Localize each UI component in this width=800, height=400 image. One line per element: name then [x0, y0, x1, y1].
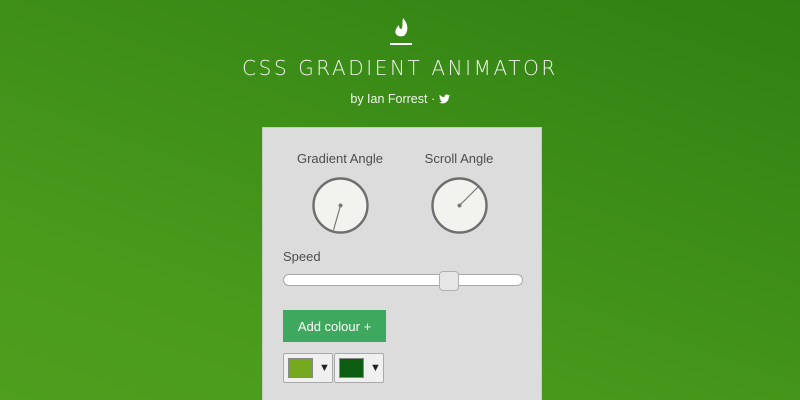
add-colour-button[interactable]: Add colour +: [283, 310, 386, 342]
gradient-angle-dial[interactable]: [312, 177, 369, 234]
speed-slider-handle[interactable]: [439, 271, 459, 291]
scroll-angle-label: Scroll Angle: [424, 151, 494, 166]
controls-panel: Gradient Angle Scroll Angle Speed Add co…: [262, 127, 542, 400]
speed-label: Speed: [283, 249, 321, 264]
flame-icon: [390, 18, 412, 45]
byline: by Ian Forrest ·: [0, 92, 800, 106]
dropdown-arrow-icon: ▼: [370, 362, 381, 374]
author-credit: by Ian Forrest ·: [350, 92, 439, 106]
colour-picker-1[interactable]: ▼: [283, 353, 333, 383]
speed-slider-track[interactable]: [283, 274, 523, 286]
colour-swatch: [339, 358, 364, 378]
colour-swatch: [288, 358, 313, 378]
dropdown-arrow-icon: ▼: [319, 362, 330, 374]
colour-picker-2[interactable]: ▼: [334, 353, 384, 383]
twitter-icon[interactable]: [438, 94, 450, 104]
scroll-angle-dial[interactable]: [431, 177, 488, 234]
gradient-angle-label: Gradient Angle: [296, 151, 383, 166]
page-title: CSS GRADIENT ANIMATOR: [242, 56, 558, 80]
